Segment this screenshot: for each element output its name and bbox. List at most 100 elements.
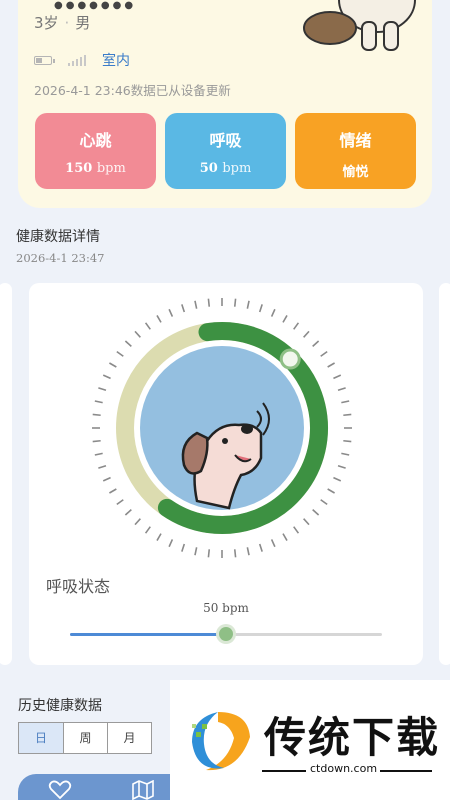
gauge-tick bbox=[109, 362, 117, 368]
watermark-logo-icon bbox=[192, 712, 250, 771]
gauge-tick bbox=[258, 304, 263, 313]
history-title: 历史健康数据 bbox=[18, 698, 102, 714]
gauge-tick bbox=[233, 549, 237, 558]
gauge-tick bbox=[270, 539, 276, 548]
gauge-tick bbox=[282, 533, 288, 541]
heart-icon[interactable] bbox=[48, 780, 72, 800]
gauge-tick bbox=[303, 518, 310, 526]
gauge-tick bbox=[258, 543, 263, 552]
gauge-tick bbox=[156, 315, 162, 323]
tab-day[interactable]: 日 bbox=[19, 723, 63, 753]
gauge-tick bbox=[102, 476, 111, 482]
breath-level-slider[interactable] bbox=[70, 627, 382, 641]
gauge-tick bbox=[194, 547, 198, 556]
gauge-tick bbox=[92, 413, 101, 417]
bottom-navigation bbox=[18, 774, 178, 800]
gauge-tick bbox=[337, 464, 346, 469]
gauge-tick bbox=[144, 526, 151, 534]
gauge-tick bbox=[293, 322, 300, 330]
pet-avatar-illustration bbox=[303, 0, 416, 51]
pet-name: ●●●●●●● bbox=[54, 0, 137, 11]
update-status-text: 2026-4-1 23:46数据已从设备更新 bbox=[34, 83, 231, 98]
next-card-peek[interactable] bbox=[439, 283, 450, 665]
gauge-tick bbox=[246, 300, 250, 309]
gauge-tick bbox=[312, 509, 320, 516]
health-detail-time: 2026-4-1 23:47 bbox=[16, 251, 105, 265]
watermark-title: 传统下载 bbox=[264, 713, 441, 762]
gauge-tick bbox=[168, 308, 174, 317]
gauge-tick bbox=[181, 304, 186, 313]
heart-rate-value: 150 bpm bbox=[65, 161, 126, 176]
previous-card-peek[interactable] bbox=[0, 283, 12, 665]
gauge-tick bbox=[312, 340, 320, 347]
gauge-tick bbox=[116, 350, 124, 357]
location-label: 室内 bbox=[102, 53, 130, 69]
gauge-tick bbox=[207, 298, 211, 307]
gauge-tick bbox=[341, 400, 350, 404]
gauge-tick bbox=[94, 452, 103, 456]
watermark-overlay: 传统下载 ctdown.com bbox=[170, 680, 450, 800]
gauge-tick bbox=[246, 547, 250, 556]
gauge-tick bbox=[282, 315, 288, 323]
gauge-tick bbox=[327, 362, 335, 368]
gauge-knob bbox=[279, 348, 301, 370]
pet-age-gender: 3岁 · 男 bbox=[34, 14, 91, 32]
battery-icon bbox=[34, 55, 55, 65]
pet-gender: 男 bbox=[75, 14, 91, 32]
breath-status-value: 50 bpm bbox=[203, 601, 249, 615]
gauge-tick bbox=[333, 374, 342, 380]
mood-card[interactable]: 情绪 愉悦 bbox=[295, 113, 416, 189]
gauge-tick bbox=[320, 350, 328, 357]
gauge-tick bbox=[92, 439, 101, 443]
gauge-tick bbox=[207, 549, 211, 558]
breath-rate-card[interactable]: 呼吸 50 bpm bbox=[165, 113, 286, 189]
tab-week[interactable]: 周 bbox=[63, 723, 107, 753]
gauge-tick bbox=[327, 488, 335, 494]
slider-fill bbox=[70, 633, 226, 636]
history-range-tabs: 日 周 月 bbox=[18, 722, 152, 754]
pet-profile-card: ●●●●●●● 3岁 · 男 室内 2026-4-1 23:46数据已从设备更新 心… bbox=[18, 0, 432, 208]
gauge-tick bbox=[333, 476, 342, 482]
mood-title: 情绪 bbox=[339, 131, 372, 150]
gauge-tick bbox=[233, 298, 237, 307]
device-status-row: 室内 bbox=[34, 50, 130, 70]
gauge-tick bbox=[124, 509, 132, 516]
breath-gauge bbox=[92, 298, 352, 558]
gauge-tick bbox=[270, 308, 276, 317]
gauge-tick bbox=[109, 488, 117, 494]
watermark-url: ctdown.com bbox=[310, 762, 378, 775]
tab-month[interactable]: 月 bbox=[107, 723, 151, 753]
gauge-tick bbox=[134, 330, 141, 338]
pet-age: 3岁 bbox=[34, 14, 59, 32]
breath-rate-value: 50 bpm bbox=[199, 161, 252, 176]
map-icon[interactable] bbox=[132, 780, 154, 800]
breath-rate-title: 呼吸 bbox=[209, 131, 242, 150]
gauge-tick bbox=[94, 400, 103, 404]
gauge-tick bbox=[134, 518, 141, 526]
gauge-tick bbox=[303, 330, 310, 338]
gauge-tick bbox=[320, 499, 328, 506]
heart-rate-card[interactable]: 心跳 150 bpm bbox=[35, 113, 156, 189]
gauge-tick bbox=[194, 300, 198, 309]
gauge-tick bbox=[98, 387, 107, 392]
breath-status-label: 呼吸状态 bbox=[46, 577, 111, 596]
heart-rate-title: 心跳 bbox=[79, 131, 112, 150]
gauge-tick bbox=[293, 526, 300, 534]
gauge-tick bbox=[156, 533, 162, 541]
gauge-tick bbox=[181, 543, 186, 552]
breath-status-card: 呼吸状态 50 bpm bbox=[29, 283, 423, 665]
health-detail-title: 健康数据详情 bbox=[16, 229, 100, 245]
gauge-tick bbox=[102, 374, 111, 380]
gauge-tick bbox=[343, 413, 352, 417]
slider-thumb[interactable] bbox=[219, 627, 233, 641]
gauge-tick bbox=[98, 464, 107, 469]
signal-icon bbox=[68, 54, 86, 66]
gauge-tick bbox=[168, 539, 174, 548]
gauge-tick bbox=[124, 340, 132, 347]
gauge-tick bbox=[341, 452, 350, 456]
gauge-tick bbox=[337, 387, 346, 392]
mood-value: 愉悦 bbox=[342, 165, 369, 180]
gauge-tick bbox=[116, 499, 124, 506]
gauge-tick bbox=[144, 322, 151, 330]
gauge-tick bbox=[343, 439, 352, 443]
